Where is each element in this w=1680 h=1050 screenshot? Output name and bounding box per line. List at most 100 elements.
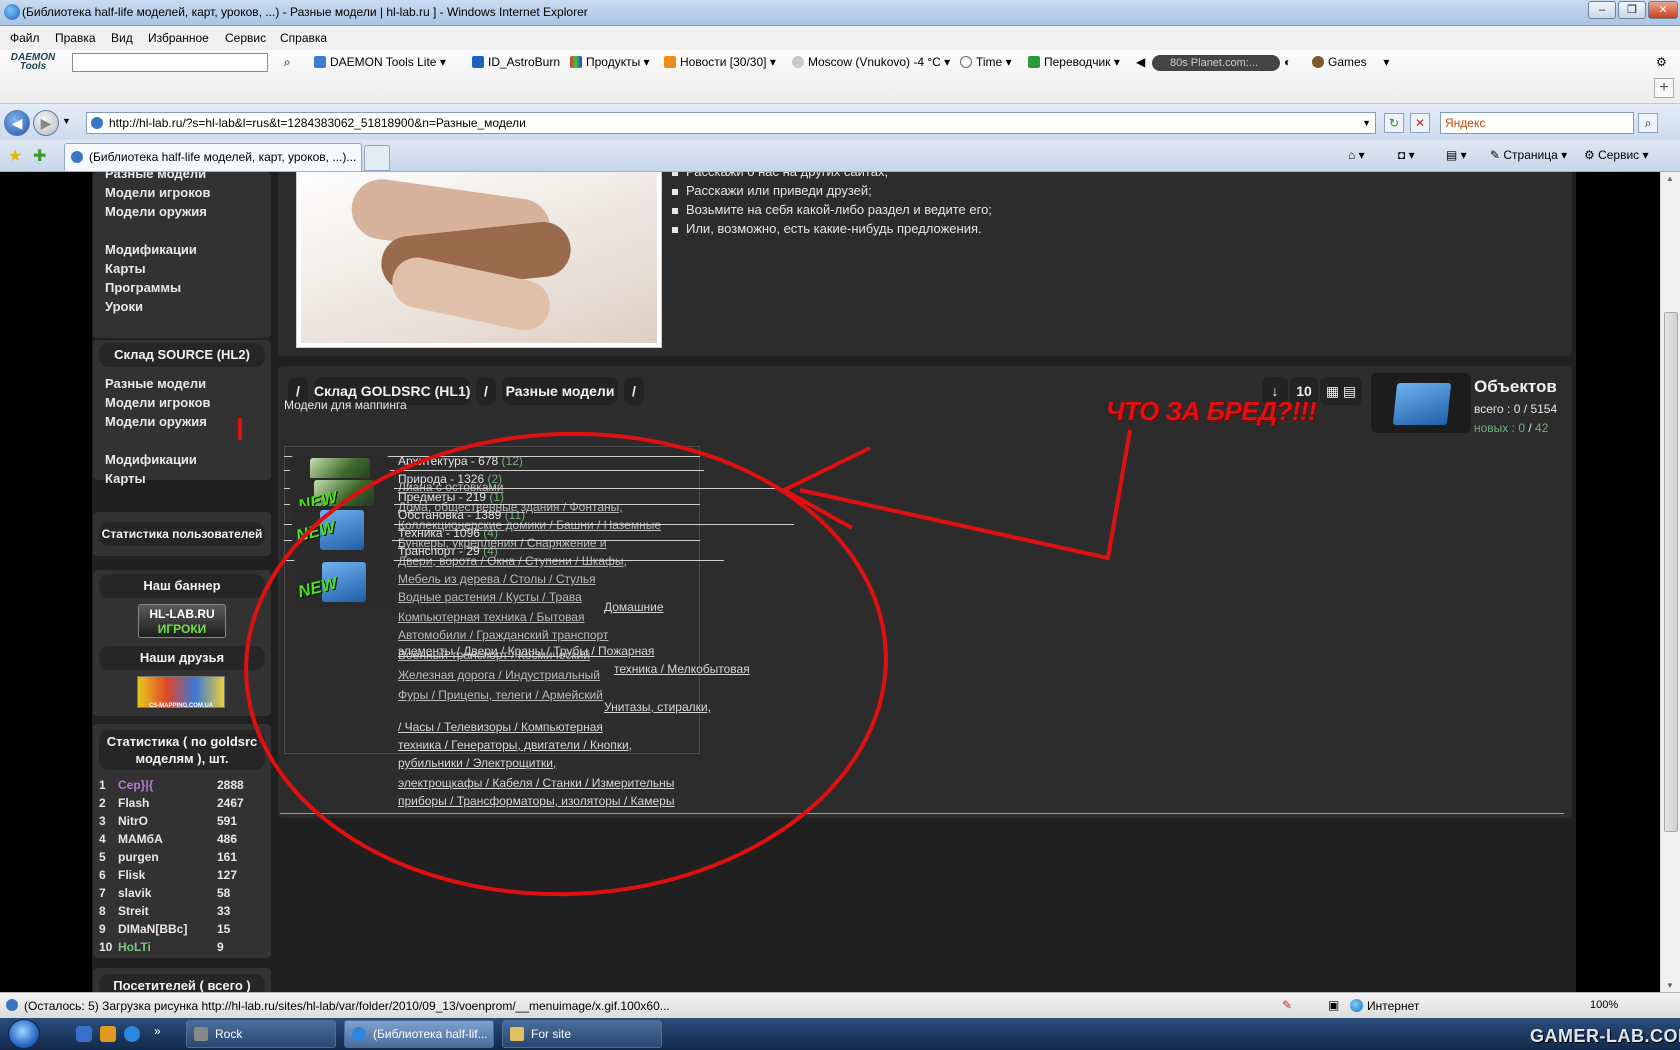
protected-mode-icon[interactable]: ▣ bbox=[1328, 998, 1339, 1012]
new-tab-button[interactable] bbox=[364, 145, 390, 171]
sidebar-link-weapon-models[interactable]: Модели оружия bbox=[105, 204, 207, 219]
security-zone[interactable]: Интернет bbox=[1350, 999, 1419, 1013]
overlapped-link[interactable]: Бункеры, укрепления / Снаряжение и bbox=[398, 536, 607, 550]
toolbar-translator[interactable]: Переводчик ▾ bbox=[1028, 55, 1120, 69]
menu-edit[interactable]: Правка bbox=[55, 31, 96, 45]
overlapped-link[interactable]: Автомобили / Гражданский транспорт bbox=[398, 628, 608, 642]
menu-file[interactable]: Файл bbox=[10, 31, 40, 45]
menu-view[interactable]: Вид bbox=[111, 31, 133, 45]
sidebar-link-misc-models[interactable]: Разные модели bbox=[105, 172, 206, 181]
hl-lab-banner[interactable]: HL-LAB.RU ИГРОКИ bbox=[138, 604, 226, 638]
subcategory-link[interactable]: техника / Мелкобытовая bbox=[614, 660, 754, 679]
sidebar-source-misc-models[interactable]: Разные модели bbox=[105, 376, 206, 391]
taskbar-item-rock[interactable]: Rock bbox=[186, 1020, 336, 1048]
toolbar-news[interactable]: Новости [30/30] ▾ bbox=[664, 55, 776, 69]
subcategory-link[interactable]: рубильники / Электрощитки, bbox=[398, 754, 778, 773]
stats-user-link[interactable]: purgen bbox=[118, 850, 159, 864]
close-button[interactable]: ✕ bbox=[1648, 1, 1678, 19]
sidebar-source-maps[interactable]: Карты bbox=[105, 471, 146, 486]
menu-tools[interactable]: Сервис bbox=[225, 31, 266, 45]
grid-view-icon[interactable]: ▦ ▤ bbox=[1320, 377, 1362, 405]
sidebar-link-lessons[interactable]: Уроки bbox=[105, 299, 143, 314]
minimize-button[interactable]: – bbox=[1588, 1, 1616, 19]
subcategory-link[interactable]: Унитазы, стиралки, bbox=[604, 698, 764, 717]
subcategory-link[interactable]: электрощкафы / Кабеля / Станки / Измерит… bbox=[398, 774, 778, 793]
sidebar-source-player-models[interactable]: Модели игроков bbox=[105, 395, 211, 410]
sidebar-source-mods[interactable]: Модификации bbox=[105, 452, 197, 467]
breadcrumb-misc-models[interactable]: Разные модели bbox=[502, 377, 618, 405]
overlapped-link[interactable]: Мебель из дерева / Столы / Стулья bbox=[398, 572, 596, 586]
scrollbar-thumb[interactable] bbox=[1664, 312, 1678, 832]
toolbar-time[interactable]: Time ▾ bbox=[960, 55, 1012, 69]
category-thumb-items[interactable]: NEW bbox=[292, 506, 392, 558]
sidebar-link-player-models[interactable]: Модели игроков bbox=[105, 185, 211, 200]
stats-user-link[interactable]: MAMбA bbox=[118, 832, 163, 846]
stats-user-link[interactable]: Streit bbox=[118, 904, 149, 918]
refresh-button[interactable]: ↻ bbox=[1384, 113, 1404, 133]
add-favorite-icon[interactable]: ✚ bbox=[33, 146, 46, 166]
cs-mapping-banner[interactable]: CS-MAPPING.COM.UA bbox=[137, 676, 225, 709]
overlapped-link[interactable]: Компьютерная техника / Бытовая bbox=[398, 610, 584, 624]
toolbar-astroburn[interactable]: ID_AstroBurn bbox=[472, 55, 560, 69]
stats-user-link[interactable]: Flash bbox=[118, 796, 149, 810]
menu-help[interactable]: Справка bbox=[280, 31, 327, 45]
zoom-level[interactable]: 100% bbox=[1590, 999, 1618, 1011]
stats-user-link[interactable]: slavik bbox=[118, 886, 151, 900]
toolbar-add-button[interactable]: + bbox=[1654, 78, 1674, 98]
category-link-architecture[interactable]: Архитектура - 678 (12) bbox=[398, 454, 698, 468]
start-button[interactable] bbox=[8, 1019, 40, 1049]
subcategory-link[interactable]: элементы / Двери / Краны / Трубы / Пожар… bbox=[398, 642, 778, 661]
radio-volume-icon[interactable]: ◐ bbox=[1284, 55, 1291, 69]
stats-user-link[interactable]: NitrO bbox=[118, 814, 148, 828]
overlapped-link[interactable]: Двери, ворота / Окна / Ступени / Шкафы, bbox=[398, 554, 627, 568]
history-dropdown-icon[interactable]: ▼ bbox=[62, 116, 71, 126]
vertical-scrollbar[interactable]: ▲ ▼ bbox=[1660, 172, 1680, 992]
overlapped-link[interactable]: Дома, общественные здания / Фонтаны, bbox=[398, 500, 623, 514]
toolbar-games[interactable]: Games ▾ bbox=[1312, 55, 1389, 69]
subcategory-link[interactable]: техника / Генераторы, двигатели / Кнопки… bbox=[398, 736, 778, 755]
url-input[interactable]: http://hl-lab.ru/?s=hl-lab&l=rus&t=12843… bbox=[86, 112, 1376, 134]
toolbar-options-icon[interactable]: ⚙ bbox=[1656, 55, 1667, 69]
toolbar-products[interactable]: Продукты ▾ bbox=[570, 55, 650, 69]
maximize-button[interactable]: ❐ bbox=[1618, 1, 1646, 19]
stats-user-link[interactable]: Flisk bbox=[118, 868, 145, 882]
toolbar-weather[interactable]: Moscow (Vnukovo) -4 °C ▾ bbox=[792, 55, 950, 69]
feeds-icon[interactable]: ◘ ▾ bbox=[1398, 148, 1415, 162]
forward-button[interactable]: ▶ bbox=[33, 110, 59, 136]
taskbar-item-ie[interactable]: (Библиотека half-lif... bbox=[344, 1020, 494, 1048]
radio-prev-icon[interactable]: ◀ bbox=[1136, 55, 1145, 69]
search-go-icon[interactable]: ⌕ bbox=[1638, 113, 1658, 133]
url-dropdown-icon[interactable]: ▼ bbox=[1362, 113, 1371, 133]
overlapped-link[interactable]: Фуры / Прицепы, телеги / Армейский bbox=[398, 688, 603, 702]
tools-menu[interactable]: ⚙ Сервис ▾ bbox=[1584, 148, 1649, 162]
toolbar-search-combo[interactable] bbox=[72, 53, 268, 72]
overlapped-link[interactable]: Железная дорога / Индустриальный bbox=[398, 668, 600, 682]
tab-active[interactable]: (Библиотека half-life моделей, карт, уро… bbox=[64, 143, 362, 171]
stats-user-link[interactable]: DIMaN[BBc] bbox=[118, 922, 187, 936]
stop-button[interactable]: ✕ bbox=[1410, 113, 1430, 133]
quicklaunch-ie-icon[interactable] bbox=[124, 1026, 140, 1042]
quicklaunch-desktop-icon[interactable] bbox=[76, 1026, 92, 1042]
user-stats-heading[interactable]: Статистика пользователей bbox=[99, 522, 265, 546]
page-menu[interactable]: ✎ Страница ▾ bbox=[1490, 148, 1567, 162]
subcategory-link[interactable]: / Часы / Телевизоры / Компьютерная bbox=[398, 718, 778, 737]
popup-blocker-icon[interactable]: ✎ bbox=[1282, 998, 1292, 1012]
print-icon[interactable]: ▤ ▾ bbox=[1446, 148, 1467, 162]
toolbar-daemon[interactable]: DAEMON Tools Lite ▾ bbox=[314, 55, 446, 69]
stats-user-link[interactable]: Cep}|{ bbox=[118, 778, 153, 792]
quicklaunch-media-icon[interactable] bbox=[100, 1026, 116, 1042]
sidebar-link-mods[interactable]: Модификации bbox=[105, 242, 197, 257]
scroll-up-icon[interactable]: ▲ bbox=[1666, 174, 1674, 183]
radio-station-select[interactable]: 80s Planet.com:... bbox=[1152, 55, 1280, 71]
subcategory-link[interactable]: Домашние bbox=[604, 598, 744, 617]
scroll-down-icon[interactable]: ▼ bbox=[1666, 981, 1674, 990]
overlapped-link[interactable]: Водные растения / Кусты / Трава bbox=[398, 590, 582, 604]
sidebar-link-programs[interactable]: Программы bbox=[105, 280, 181, 295]
sidebar-link-maps[interactable]: Карты bbox=[105, 261, 146, 276]
find-icon[interactable]: ⌕ bbox=[284, 55, 291, 70]
sidebar-source-weapon-models[interactable]: Модели оружия bbox=[105, 414, 207, 429]
taskbar-item-for-site[interactable]: For site bbox=[502, 1020, 662, 1048]
home-icon[interactable]: ⌂ ▾ bbox=[1348, 148, 1365, 162]
quicklaunch-more-icon[interactable]: » bbox=[154, 1024, 161, 1038]
category-thumb-furniture[interactable]: NEW bbox=[294, 558, 394, 610]
